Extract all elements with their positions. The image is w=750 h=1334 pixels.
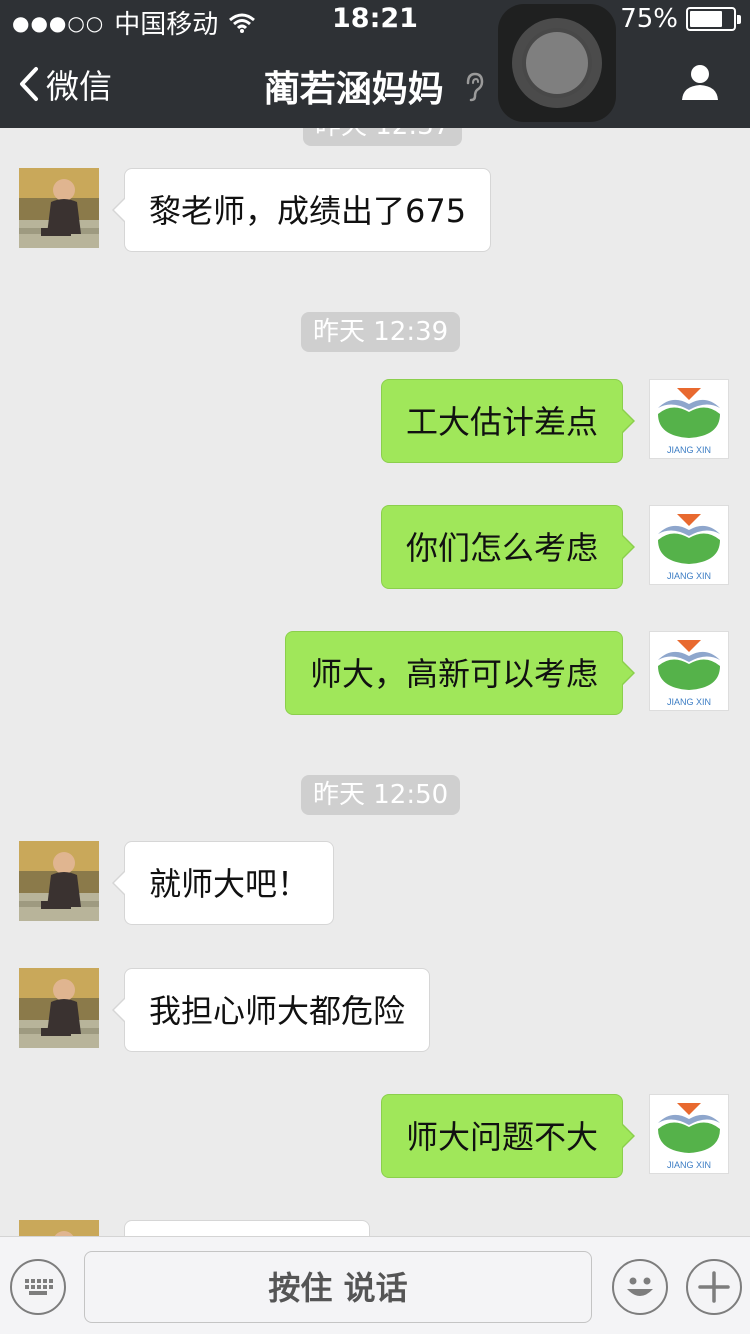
- incoming-message-bubble[interactable]: 我担心师大都危险: [111, 968, 431, 1052]
- incoming-message-bubble[interactable]: 就师大吧！: [111, 841, 335, 925]
- status-right: 75%: [620, 4, 741, 34]
- outgoing-message-bubble[interactable]: 师大，高新可以考虑: [284, 631, 636, 715]
- keyboard-toggle-button[interactable]: [10, 1259, 66, 1315]
- person-icon: [682, 65, 718, 100]
- incoming-message-bubble[interactable]: 黎老师，成绩出了675: [111, 168, 492, 252]
- smiley-icon: [627, 1277, 653, 1296]
- nav-bar: 微信 蔺若涵妈妈: [0, 40, 750, 128]
- battery-fill: [690, 11, 722, 27]
- contact-avatar[interactable]: [19, 841, 99, 921]
- timestamp-partial: 昨天 12:37: [303, 128, 463, 146]
- plus-icon: [698, 1271, 730, 1303]
- message-row: 工大估计差点 JIANG XIN: [0, 379, 750, 463]
- assistive-touch-button[interactable]: [498, 4, 616, 122]
- my-avatar[interactable]: JIANG XIN: [649, 631, 729, 711]
- my-avatar[interactable]: JIANG XIN: [649, 505, 729, 585]
- battery-icon: [686, 7, 741, 31]
- avatar-logo-text: JIANG XIN: [667, 1160, 711, 1170]
- contact-avatar[interactable]: [19, 1220, 99, 1236]
- message-row: 师大，高新可以考虑 JIANG XIN: [0, 631, 750, 715]
- message-row: 就师大吧！: [0, 841, 750, 925]
- message-row: 你们怎么考虑 JIANG XIN: [0, 505, 750, 589]
- status-bar: ●●●○○ 中国移动 18:21 75%: [0, 0, 750, 40]
- incoming-message-bubble-partial[interactable]: [124, 1220, 370, 1236]
- timestamp: 昨天 12:39: [301, 312, 461, 352]
- timestamp: 昨天 12:50: [301, 775, 461, 815]
- chat-title: 蔺若涵妈妈: [0, 60, 750, 112]
- hold-to-talk-button[interactable]: 按住 说话: [84, 1251, 592, 1323]
- message-row: 师大问题不大 JIANG XIN: [0, 1094, 750, 1178]
- outgoing-message-bubble[interactable]: 你们怎么考虑: [380, 505, 636, 589]
- avatar-logo-text: JIANG XIN: [667, 571, 711, 581]
- emoji-button[interactable]: [612, 1259, 668, 1315]
- contact-name: 蔺若涵妈妈: [263, 69, 444, 110]
- outgoing-message-bubble[interactable]: 师大问题不大: [380, 1094, 636, 1178]
- my-avatar[interactable]: JIANG XIN: [649, 1094, 729, 1174]
- avatar-logo-text: JIANG XIN: [667, 445, 711, 455]
- battery-percent: 75%: [620, 4, 678, 34]
- message-row: 我担心师大都危险: [0, 968, 750, 1052]
- earpiece-mode-icon: [464, 71, 486, 112]
- top-bar: ●●●○○ 中国移动 18:21 75% 微信 蔺若涵妈妈: [0, 0, 750, 128]
- message-row-partial: [0, 1220, 750, 1236]
- input-bar: 按住 说话: [0, 1236, 750, 1334]
- message-row: 黎老师，成绩出了675: [0, 168, 750, 252]
- contact-avatar[interactable]: [19, 968, 99, 1048]
- keyboard-icon: [25, 1279, 53, 1295]
- more-options-button[interactable]: [686, 1259, 742, 1315]
- my-avatar[interactable]: JIANG XIN: [649, 379, 729, 459]
- chat-area[interactable]: 昨天 12:37 黎老师，成绩出了675 昨天 12:39 工大估计差点: [0, 128, 750, 1236]
- avatar-logo-text: JIANG XIN: [667, 697, 711, 707]
- outgoing-message-bubble[interactable]: 工大估计差点: [380, 379, 636, 463]
- contact-avatar[interactable]: [19, 168, 99, 248]
- contact-profile-button[interactable]: [680, 62, 720, 106]
